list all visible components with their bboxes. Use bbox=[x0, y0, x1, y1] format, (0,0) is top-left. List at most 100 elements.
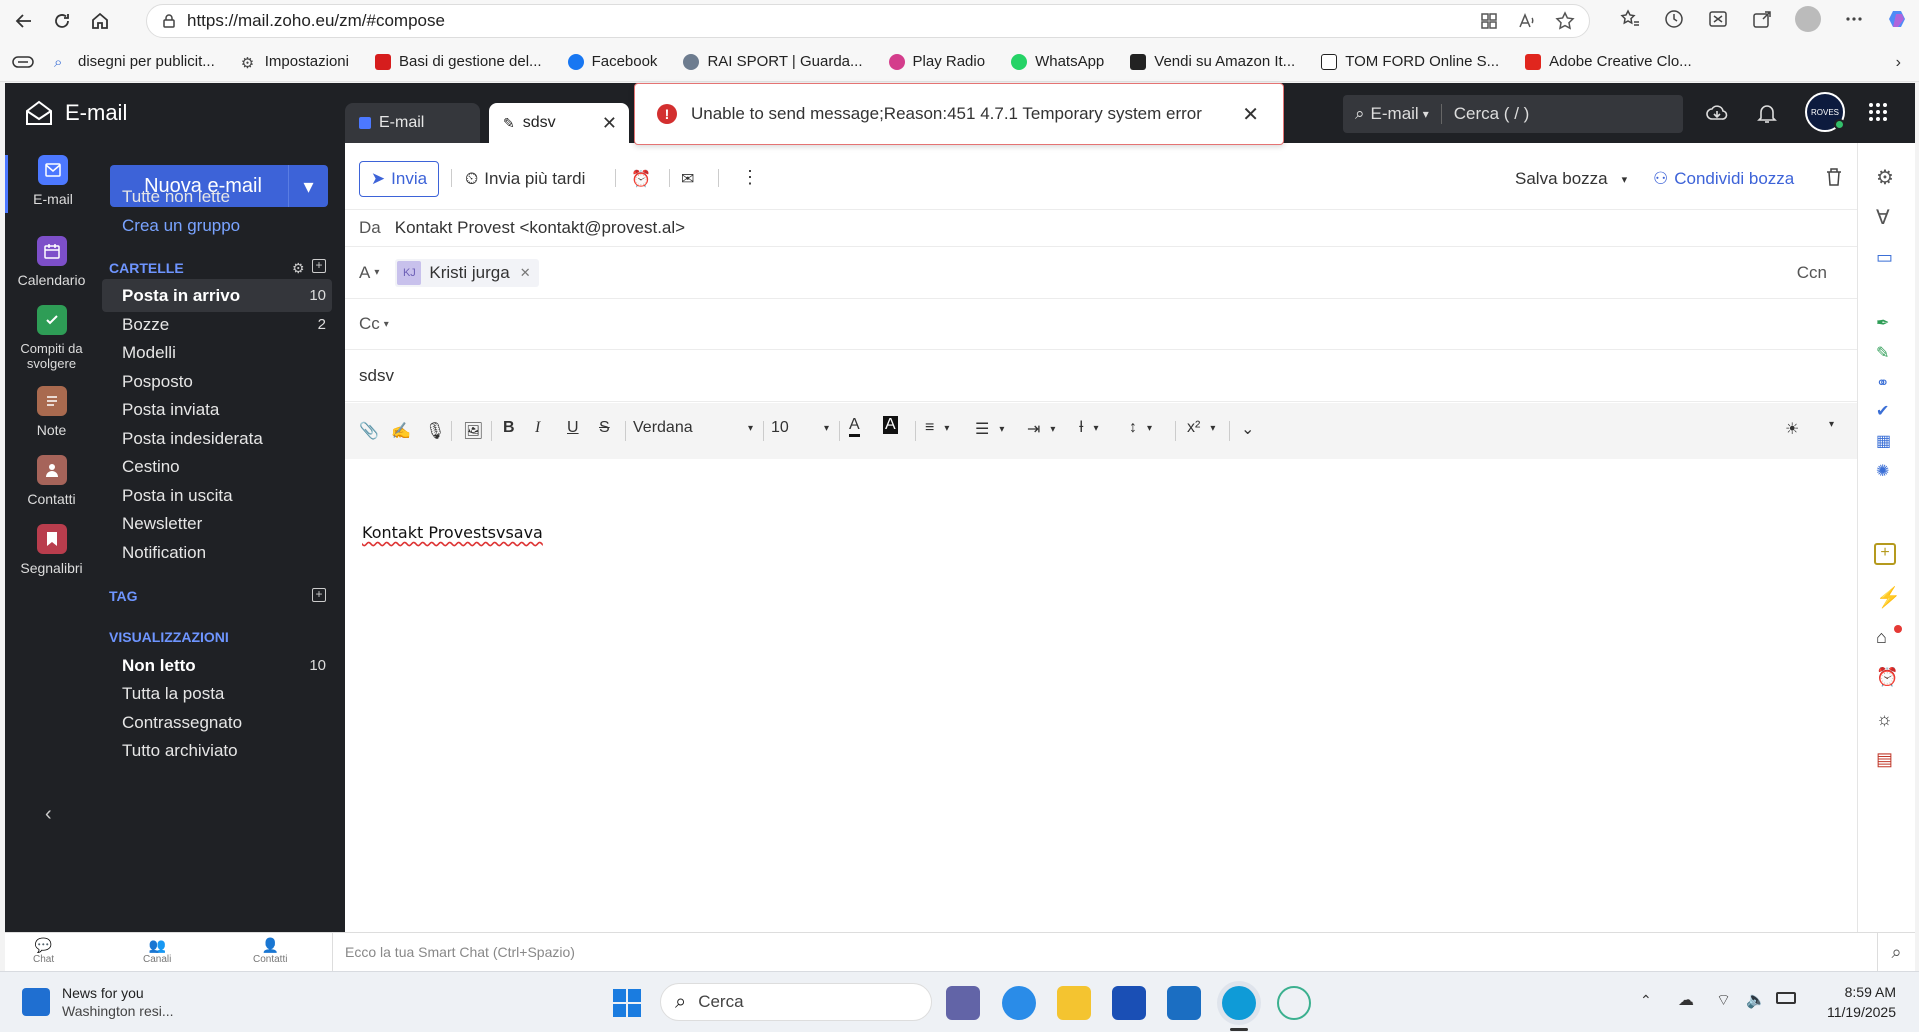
settings-icon[interactable]: ⚙ bbox=[1876, 165, 1894, 190]
read-aloud-icon[interactable] bbox=[1517, 11, 1537, 31]
to-label[interactable]: A bbox=[359, 263, 370, 283]
message-body[interactable]: Kontakt Provestsvsava bbox=[362, 523, 543, 542]
chevron-down-icon[interactable]: ▾ bbox=[288, 165, 328, 207]
recipient-chip[interactable]: KJ Kristi jurga ✕ bbox=[395, 258, 539, 287]
attachment-icon[interactable]: 📎 bbox=[359, 421, 379, 441]
copilot-icon[interactable] bbox=[1887, 8, 1909, 30]
refresh-icon[interactable] bbox=[44, 3, 80, 39]
rail-item-tasks[interactable]: Compiti da svolgere bbox=[5, 305, 98, 371]
cloud-icon[interactable] bbox=[1705, 101, 1729, 125]
create-group-link[interactable]: Crea un gruppo bbox=[122, 216, 240, 236]
chevron-down-icon[interactable]: ▾ bbox=[374, 267, 379, 278]
reading-list-icon[interactable] bbox=[12, 54, 34, 70]
bookmark-item[interactable]: ⚙ Impostazioni bbox=[241, 53, 349, 72]
cc-label[interactable]: Cc bbox=[359, 314, 380, 334]
bot-icon[interactable]: ⌂ bbox=[1876, 627, 1887, 648]
bookmark-item[interactable]: Adobe Creative Clo... bbox=[1525, 53, 1692, 70]
link-icon[interactable]: ⚭ bbox=[1876, 373, 1889, 393]
app-grid-icon[interactable] bbox=[1867, 101, 1889, 123]
chat-bubble-icon[interactable]: ▤ bbox=[1876, 749, 1893, 770]
chevron-down-icon[interactable]: ▾ bbox=[384, 319, 389, 330]
save-draft-button[interactable]: Salva bozza ▾ bbox=[1515, 161, 1627, 197]
contacts-shortcut[interactable]: 👤 Contatti bbox=[253, 937, 287, 965]
chart-icon[interactable]: ▦ bbox=[1876, 431, 1891, 451]
add-tag-icon[interactable]: + bbox=[312, 588, 326, 602]
chevron-up-icon[interactable]: ⌃ bbox=[1640, 992, 1652, 1009]
chevron-down-icon[interactable]: ▾ bbox=[1622, 173, 1628, 186]
bookmark-item[interactable]: Play Radio bbox=[888, 53, 985, 70]
profile-avatar[interactable] bbox=[1795, 6, 1821, 32]
bookmark-item[interactable]: ⌕ disegni per publicit... bbox=[54, 53, 215, 71]
rail-item-email[interactable]: E-mail bbox=[5, 155, 98, 213]
folder-item[interactable]: Notification bbox=[102, 536, 332, 569]
news-widget[interactable]: News for you Washington resi... bbox=[22, 984, 174, 1020]
italic-icon[interactable]: I bbox=[535, 419, 540, 437]
bookmark-item[interactable]: RAI SPORT | Guarda... bbox=[683, 53, 863, 70]
home-icon[interactable] bbox=[82, 3, 118, 39]
search-scope[interactable]: E-mail bbox=[1371, 104, 1419, 124]
font-size-select[interactable]: 10 ▾ bbox=[771, 419, 829, 437]
close-icon[interactable]: ✕ bbox=[602, 113, 617, 134]
search-icon[interactable]: ⌕ bbox=[1877, 933, 1915, 972]
sun-icon[interactable]: ☼ bbox=[1876, 709, 1893, 730]
chevron-right-icon[interactable]: › bbox=[1896, 54, 1901, 72]
clear-format-icon[interactable]: Ɨ ▾ bbox=[1079, 419, 1098, 437]
address-bar[interactable]: https://mail.zoho.eu/zm/#compose bbox=[146, 4, 1590, 38]
envelope-icon[interactable]: ✉ bbox=[681, 169, 694, 189]
alarm-clock-icon[interactable]: ⏰ bbox=[1876, 667, 1898, 688]
windows-start-icon[interactable] bbox=[612, 988, 642, 1018]
tab-compose[interactable]: ✎ sdsv ✕ bbox=[489, 103, 629, 143]
view-item[interactable]: Tutto archiviato bbox=[102, 734, 332, 767]
bookmark-item[interactable]: Facebook bbox=[567, 53, 657, 70]
close-icon[interactable]: ✕ bbox=[1242, 102, 1259, 127]
bookmark-item[interactable]: Vendi su Amazon It... bbox=[1130, 53, 1295, 70]
share-draft-button[interactable]: ⚇ Condividi bozza bbox=[1653, 161, 1794, 197]
add-folder-icon[interactable]: + bbox=[312, 259, 326, 273]
chevron-down-icon[interactable]: ▾ bbox=[1829, 419, 1834, 430]
clock[interactable]: 8:59 AM 11/19/2025 bbox=[1810, 982, 1896, 1022]
tab-email[interactable]: E-mail bbox=[345, 103, 480, 143]
back-icon[interactable] bbox=[6, 3, 42, 39]
bookmark-item[interactable]: WhatsApp bbox=[1011, 53, 1104, 70]
wifi-icon[interactable]: ⌔ bbox=[1716, 990, 1731, 1010]
rail-item-calendar[interactable]: Calendario bbox=[5, 236, 98, 288]
apps-icon[interactable] bbox=[1479, 11, 1499, 31]
app-logo[interactable]: E-mail bbox=[23, 97, 127, 129]
alarm-icon[interactable]: ⏰ bbox=[631, 169, 651, 189]
channels-shortcut[interactable]: 👥 Canali bbox=[143, 937, 171, 965]
store-icon[interactable] bbox=[1112, 986, 1146, 1020]
zia-icon[interactable]: ∀ bbox=[1876, 205, 1890, 230]
edge-icon[interactable] bbox=[1222, 986, 1256, 1020]
font-family-select[interactable]: Verdana ▾ bbox=[633, 419, 753, 437]
signature-icon[interactable]: ✍ bbox=[391, 421, 411, 441]
bold-icon[interactable]: B bbox=[503, 419, 515, 437]
check-icon[interactable]: ✔ bbox=[1876, 401, 1889, 421]
bcc-toggle[interactable]: Ccn bbox=[1797, 263, 1827, 283]
rail-item-bookmarks[interactable]: Segnalibri bbox=[5, 524, 98, 576]
smart-chat-input[interactable]: Ecco la tua Smart Chat (Ctrl+Spazio) bbox=[345, 944, 575, 960]
collapse-icon[interactable]: ‹ bbox=[45, 803, 52, 826]
teams-icon[interactable] bbox=[946, 986, 980, 1020]
highlight-color-icon[interactable]: A bbox=[883, 416, 898, 434]
chat-shortcut[interactable]: 💬 Chat bbox=[33, 937, 54, 965]
calendar-widget-icon[interactable]: ▭ bbox=[1876, 247, 1893, 268]
pen-icon[interactable]: ✒ bbox=[1876, 313, 1889, 333]
subject-field[interactable]: sdsv bbox=[359, 366, 394, 386]
line-spacing-icon[interactable]: ↕ ▾ bbox=[1129, 419, 1152, 437]
gear-icon[interactable]: ⚙ bbox=[292, 260, 305, 277]
edit-icon[interactable]: ✎ bbox=[1876, 343, 1889, 363]
taskbar-search[interactable]: ⌕ Cerca bbox=[660, 983, 932, 1021]
more-icon[interactable] bbox=[1843, 8, 1865, 30]
volume-icon[interactable]: 🔈 bbox=[1746, 990, 1766, 1010]
indent-icon[interactable]: ⇥ ▾ bbox=[1027, 419, 1055, 439]
favorite-star-icon[interactable] bbox=[1555, 11, 1575, 31]
superscript-icon[interactable]: x² ▾ bbox=[1187, 419, 1215, 437]
lightning-icon[interactable]: ⚡ bbox=[1876, 585, 1901, 610]
close-icon[interactable]: ✕ bbox=[520, 265, 531, 281]
more-options-icon[interactable]: ⌄ bbox=[1241, 419, 1254, 439]
rail-item-contacts[interactable]: Contatti bbox=[5, 455, 98, 507]
more-vertical-icon[interactable]: ⋮ bbox=[741, 167, 759, 188]
rail-item-notes[interactable]: Note bbox=[5, 386, 98, 438]
browser-app-icon[interactable] bbox=[1002, 986, 1036, 1020]
list-icon[interactable]: ☰ ▾ bbox=[975, 419, 1004, 439]
